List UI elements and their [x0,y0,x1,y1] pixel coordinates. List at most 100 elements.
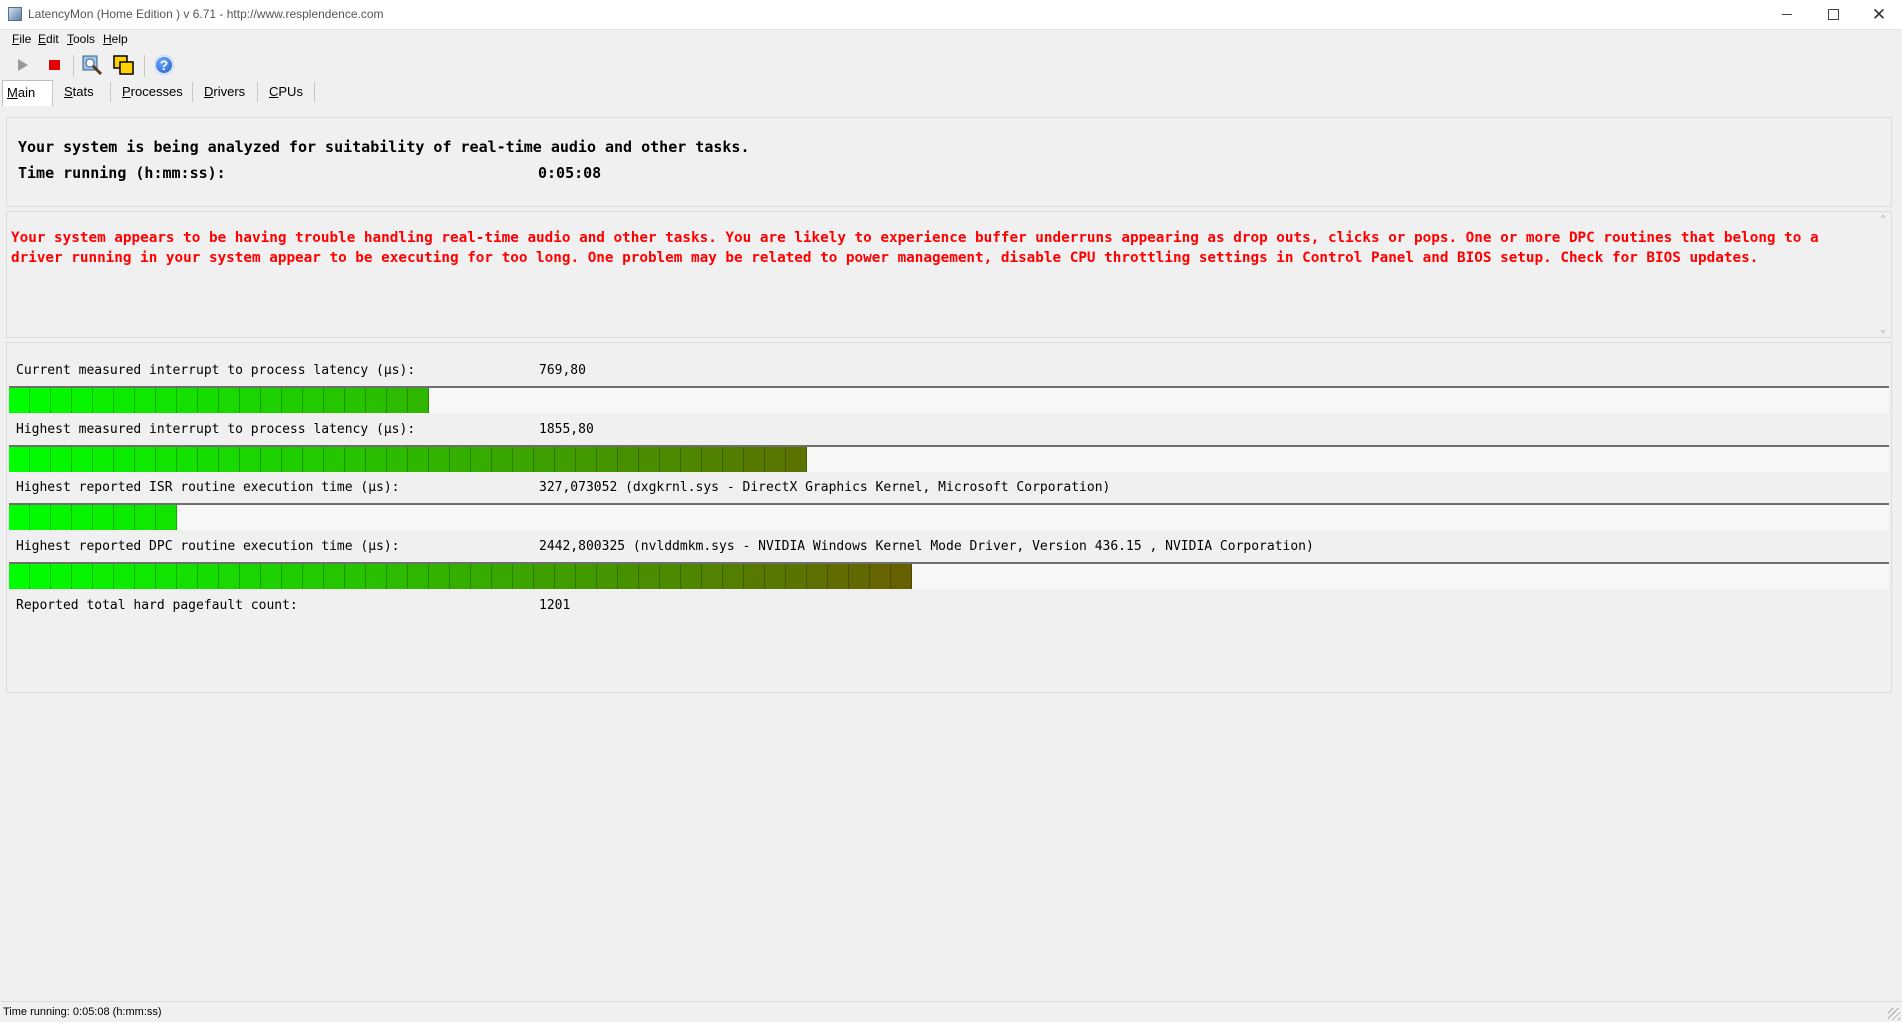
dpc-time-bar-fill [9,564,912,589]
bar-segment [93,564,114,589]
isr-time-value: 327,073052 (dxgkrnl.sys - DirectX Graphi… [539,480,1111,495]
scroll-up-icon[interactable]: ⌃ [1878,214,1888,225]
title-bar: LatencyMon (Home Edition ) v 6.71 - http… [0,0,1902,30]
bar-segment [471,447,492,472]
bar-segment [723,564,744,589]
bar-segment [198,564,219,589]
maximize-button[interactable] [1810,0,1856,29]
bar-segment [51,388,72,413]
tab-stats[interactable]: Stats [63,80,95,104]
bar-segment [387,388,408,413]
tab-drivers[interactable]: Drivers [203,80,246,104]
warning-scrollbar[interactable]: ⌃ ⌄ [1875,212,1891,337]
bar-segment [198,388,219,413]
bar-segment [450,564,471,589]
time-running-label: Time running (h:mm:ss): [18,164,226,182]
bar-segment [345,564,366,589]
app-icon [8,7,22,21]
start-button[interactable] [11,53,35,77]
bar-segment [72,388,93,413]
bar-segment [471,564,492,589]
minimize-icon [1782,14,1792,15]
resize-grip-icon[interactable] [1888,1008,1900,1020]
tab-processes[interactable]: Processes [121,80,184,104]
bar-segment [429,564,450,589]
menu-bar: File Edit Tools Help [0,31,1902,49]
bar-segment [324,447,345,472]
bar-segment [114,505,135,530]
bar-segment [135,564,156,589]
pagefault-count-label: Reported total hard pagefault count: [16,598,298,613]
close-button[interactable]: ✕ [1856,0,1902,29]
metrics-panel: Current measured interrupt to process la… [6,342,1892,693]
bar-segment [177,564,198,589]
menu-file[interactable]: File [12,32,31,46]
bar-segment [93,505,114,530]
bar-segment [828,564,849,589]
pagefault-count-value: 1201 [539,598,571,613]
bar-segment [660,564,681,589]
windows-button[interactable] [112,53,136,77]
menu-edit[interactable]: Edit [38,32,59,46]
bar-segment [303,564,324,589]
scroll-down-icon[interactable]: ⌄ [1878,324,1888,335]
close-icon: ✕ [1871,5,1887,24]
highest-latency-bar [9,445,1889,472]
highest-latency-bar-fill [9,447,807,472]
bar-segment [156,447,177,472]
bar-segment [72,505,93,530]
minimize-button[interactable] [1764,0,1810,29]
bar-segment [723,447,744,472]
bar-segment [324,388,345,413]
play-icon [18,59,28,71]
bar-segment [366,447,387,472]
bar-segment [114,564,135,589]
bar-segment [765,447,786,472]
bar-segment [744,447,765,472]
bar-segment [9,447,30,472]
help-button[interactable]: ? [152,53,176,77]
window-title: LatencyMon (Home Edition ) v 6.71 - http… [28,7,384,21]
bar-segment [576,447,597,472]
system-info-button[interactable] [80,53,104,77]
bar-segment [492,447,513,472]
dpc-time-value: 2442,800325 (nvlddmkm.sys - NVIDIA Windo… [539,539,1314,554]
bar-segment [261,388,282,413]
bar-segment [639,564,660,589]
bar-segment [240,564,261,589]
stop-icon [49,60,60,70]
tab-cpus[interactable]: CPUs [268,80,304,104]
tab-main[interactable]: Main [2,80,53,106]
bar-segment [177,388,198,413]
menu-tools[interactable]: Tools [67,32,95,46]
bar-segment [261,564,282,589]
bar-segment [492,564,513,589]
bar-segment [156,505,177,530]
tab-separator [257,82,258,102]
isr-time-bar-fill [9,505,177,530]
bar-segment [387,447,408,472]
current-latency-bar-fill [9,388,429,413]
bar-segment [639,447,660,472]
menu-help[interactable]: Help [103,32,128,46]
bar-segment [156,388,177,413]
bar-segment [219,447,240,472]
bar-segment [51,505,72,530]
bar-segment [135,388,156,413]
bar-segment [72,447,93,472]
isr-time-bar [9,503,1889,530]
bar-segment [240,447,261,472]
windows-icon [113,55,134,75]
bar-segment [282,388,303,413]
bar-segment [9,564,30,589]
bar-segment [9,505,30,530]
stop-button[interactable] [43,53,67,77]
bar-segment [597,564,618,589]
bar-segment [849,564,870,589]
bar-segment [114,447,135,472]
bar-segment [282,564,303,589]
bar-segment [198,447,219,472]
bar-segment [450,447,471,472]
bar-segment [93,447,114,472]
bar-segment [765,564,786,589]
